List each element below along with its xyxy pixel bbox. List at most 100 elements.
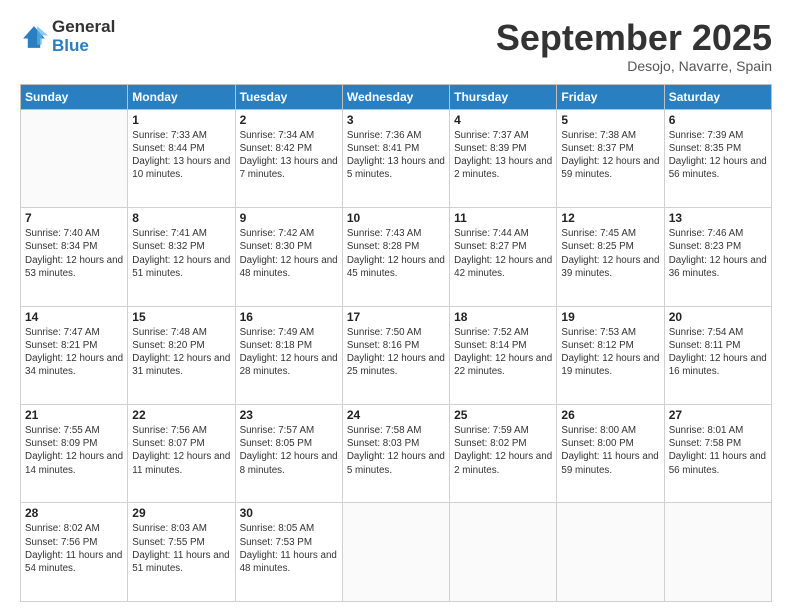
day-number: 4 <box>454 113 552 127</box>
logo-blue-text: Blue <box>52 37 115 56</box>
day-info: Sunrise: 7:40 AM Sunset: 8:34 PM Dayligh… <box>25 227 123 280</box>
header: General Blue September 2025 Desojo, Nava… <box>20 18 772 74</box>
day-number: 11 <box>454 211 552 225</box>
table-row: 17 Sunrise: 7:50 AM Sunset: 8:16 PM Dayli… <box>342 306 449 404</box>
day-number: 16 <box>240 310 338 324</box>
header-wednesday: Wednesday <box>342 84 449 109</box>
day-info: Sunrise: 7:43 AM Sunset: 8:28 PM Dayligh… <box>347 227 445 280</box>
day-number: 30 <box>240 506 338 520</box>
day-number: 10 <box>347 211 445 225</box>
table-row: 21 Sunrise: 7:55 AM Sunset: 8:09 PM Dayli… <box>21 405 128 503</box>
logo-icon <box>20 23 48 51</box>
day-info: Sunrise: 7:54 AM Sunset: 8:11 PM Dayligh… <box>669 326 767 379</box>
day-info: Sunrise: 7:56 AM Sunset: 8:07 PM Dayligh… <box>132 424 230 477</box>
table-row: 14 Sunrise: 7:47 AM Sunset: 8:21 PM Dayli… <box>21 306 128 404</box>
day-number: 3 <box>347 113 445 127</box>
day-info: Sunrise: 7:38 AM Sunset: 8:37 PM Dayligh… <box>561 129 659 182</box>
day-number: 22 <box>132 408 230 422</box>
day-info: Sunrise: 7:44 AM Sunset: 8:27 PM Dayligh… <box>454 227 552 280</box>
table-row: 16 Sunrise: 7:49 AM Sunset: 8:18 PM Dayli… <box>235 306 342 404</box>
day-info: Sunrise: 7:59 AM Sunset: 8:02 PM Dayligh… <box>454 424 552 477</box>
day-info: Sunrise: 7:41 AM Sunset: 8:32 PM Dayligh… <box>132 227 230 280</box>
day-number: 29 <box>132 506 230 520</box>
day-info: Sunrise: 7:36 AM Sunset: 8:41 PM Dayligh… <box>347 129 445 182</box>
logo: General Blue <box>20 18 115 55</box>
header-saturday: Saturday <box>664 84 771 109</box>
day-number: 19 <box>561 310 659 324</box>
header-sunday: Sunday <box>21 84 128 109</box>
day-number: 9 <box>240 211 338 225</box>
table-row: 10 Sunrise: 7:43 AM Sunset: 8:28 PM Dayli… <box>342 208 449 306</box>
day-number: 6 <box>669 113 767 127</box>
table-row: 8 Sunrise: 7:41 AM Sunset: 8:32 PM Daylig… <box>128 208 235 306</box>
day-number: 18 <box>454 310 552 324</box>
location-subtitle: Desojo, Navarre, Spain <box>496 58 772 74</box>
header-monday: Monday <box>128 84 235 109</box>
table-row <box>450 503 557 602</box>
table-row: 9 Sunrise: 7:42 AM Sunset: 8:30 PM Daylig… <box>235 208 342 306</box>
table-row: 11 Sunrise: 7:44 AM Sunset: 8:27 PM Dayli… <box>450 208 557 306</box>
day-info: Sunrise: 7:42 AM Sunset: 8:30 PM Dayligh… <box>240 227 338 280</box>
day-number: 14 <box>25 310 123 324</box>
day-number: 8 <box>132 211 230 225</box>
table-row: 12Sunrise: 7:45 AM Sunset: 8:25 PM Dayli… <box>557 208 664 306</box>
day-number: 26 <box>561 408 659 422</box>
day-number: 15 <box>132 310 230 324</box>
day-number: 28 <box>25 506 123 520</box>
table-row: 19 Sunrise: 7:53 AM Sunset: 8:12 PM Dayli… <box>557 306 664 404</box>
day-info: Sunrise: 7:37 AM Sunset: 8:39 PM Dayligh… <box>454 129 552 182</box>
week-row-5: 28Sunrise: 8:02 AM Sunset: 7:56 PM Dayli… <box>21 503 772 602</box>
table-row: 3 Sunrise: 7:36 AM Sunset: 8:41 PM Daylig… <box>342 109 449 207</box>
day-number: 2 <box>240 113 338 127</box>
day-info: Sunrise: 7:50 AM Sunset: 8:16 PM Dayligh… <box>347 326 445 379</box>
page: General Blue September 2025 Desojo, Nava… <box>0 0 792 612</box>
day-info: Sunrise: 7:58 AM Sunset: 8:03 PM Dayligh… <box>347 424 445 477</box>
day-info: Sunrise: 8:01 AM Sunset: 7:58 PM Dayligh… <box>669 424 767 477</box>
day-number: 20 <box>669 310 767 324</box>
table-row: 28Sunrise: 8:02 AM Sunset: 7:56 PM Dayli… <box>21 503 128 602</box>
day-number: 23 <box>240 408 338 422</box>
day-info: Sunrise: 7:49 AM Sunset: 8:18 PM Dayligh… <box>240 326 338 379</box>
table-row: 27Sunrise: 8:01 AM Sunset: 7:58 PM Dayli… <box>664 405 771 503</box>
day-info: Sunrise: 7:46 AM Sunset: 8:23 PM Dayligh… <box>669 227 767 280</box>
day-info: Sunrise: 7:57 AM Sunset: 8:05 PM Dayligh… <box>240 424 338 477</box>
table-row <box>664 503 771 602</box>
day-info: Sunrise: 7:52 AM Sunset: 8:14 PM Dayligh… <box>454 326 552 379</box>
table-row: 15Sunrise: 7:48 AM Sunset: 8:20 PM Dayli… <box>128 306 235 404</box>
week-row-2: 7Sunrise: 7:40 AM Sunset: 8:34 PM Daylig… <box>21 208 772 306</box>
calendar-table: Sunday Monday Tuesday Wednesday Thursday… <box>20 84 772 602</box>
week-row-3: 14 Sunrise: 7:47 AM Sunset: 8:21 PM Dayli… <box>21 306 772 404</box>
table-row: 20 Sunrise: 7:54 AM Sunset: 8:11 PM Dayli… <box>664 306 771 404</box>
day-info: Sunrise: 7:53 AM Sunset: 8:12 PM Dayligh… <box>561 326 659 379</box>
header-thursday: Thursday <box>450 84 557 109</box>
day-number: 12 <box>561 211 659 225</box>
table-row <box>21 109 128 207</box>
table-row: 30 Sunrise: 8:05 AM Sunset: 7:53 PM Dayli… <box>235 503 342 602</box>
table-row: 6 Sunrise: 7:39 AM Sunset: 8:35 PM Daylig… <box>664 109 771 207</box>
table-row <box>342 503 449 602</box>
day-info: Sunrise: 7:55 AM Sunset: 8:09 PM Dayligh… <box>25 424 123 477</box>
day-info: Sunrise: 7:34 AM Sunset: 8:42 PM Dayligh… <box>240 129 338 182</box>
logo-text: General Blue <box>52 18 115 55</box>
day-number: 21 <box>25 408 123 422</box>
table-row: 4 Sunrise: 7:37 AM Sunset: 8:39 PM Daylig… <box>450 109 557 207</box>
table-row: 29Sunrise: 8:03 AM Sunset: 7:55 PM Dayli… <box>128 503 235 602</box>
month-title: September 2025 <box>496 18 772 58</box>
table-row: 1Sunrise: 7:33 AM Sunset: 8:44 PM Daylig… <box>128 109 235 207</box>
table-row: 13 Sunrise: 7:46 AM Sunset: 8:23 PM Dayli… <box>664 208 771 306</box>
table-row: 5 Sunrise: 7:38 AM Sunset: 8:37 PM Daylig… <box>557 109 664 207</box>
day-number: 1 <box>132 113 230 127</box>
day-number: 17 <box>347 310 445 324</box>
day-info: Sunrise: 7:39 AM Sunset: 8:35 PM Dayligh… <box>669 129 767 182</box>
week-row-4: 21 Sunrise: 7:55 AM Sunset: 8:09 PM Dayli… <box>21 405 772 503</box>
day-number: 13 <box>669 211 767 225</box>
day-number: 5 <box>561 113 659 127</box>
logo-general-text: General <box>52 18 115 37</box>
table-row: 18 Sunrise: 7:52 AM Sunset: 8:14 PM Dayli… <box>450 306 557 404</box>
day-info: Sunrise: 7:47 AM Sunset: 8:21 PM Dayligh… <box>25 326 123 379</box>
table-row: 23 Sunrise: 7:57 AM Sunset: 8:05 PM Dayli… <box>235 405 342 503</box>
header-tuesday: Tuesday <box>235 84 342 109</box>
day-info: Sunrise: 8:05 AM Sunset: 7:53 PM Dayligh… <box>240 522 338 575</box>
table-row: 7Sunrise: 7:40 AM Sunset: 8:34 PM Daylig… <box>21 208 128 306</box>
day-number: 25 <box>454 408 552 422</box>
